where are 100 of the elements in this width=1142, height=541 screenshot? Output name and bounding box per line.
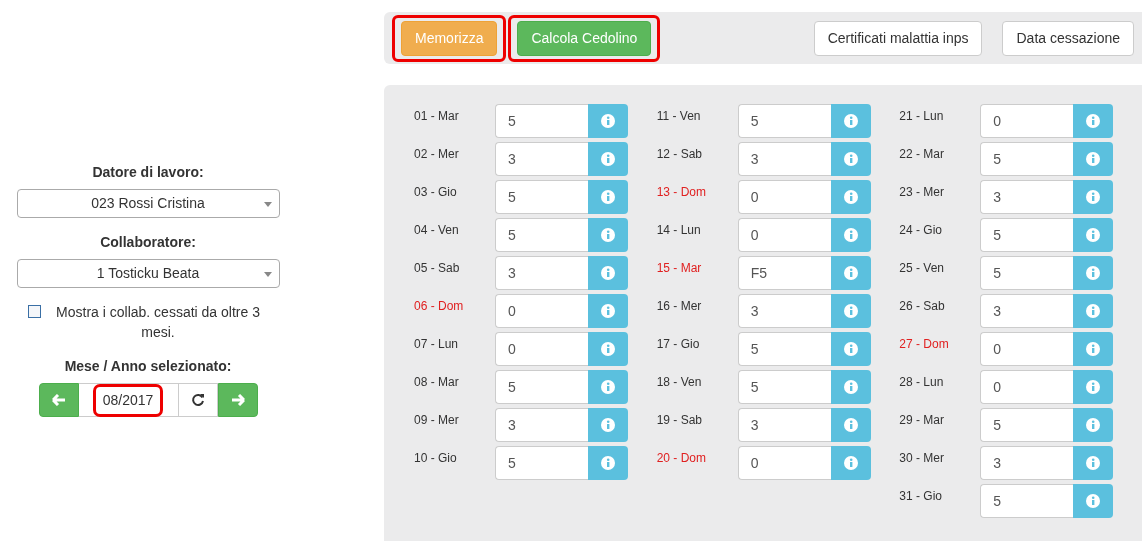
info-icon <box>601 456 615 470</box>
info-button[interactable] <box>1073 180 1114 214</box>
info-icon <box>601 304 615 318</box>
day-input[interactable]: 0 <box>980 370 1074 404</box>
day-input[interactable]: 5 <box>495 370 588 404</box>
info-button[interactable] <box>830 218 871 252</box>
info-button[interactable] <box>1073 294 1114 328</box>
info-button[interactable] <box>830 294 871 328</box>
info-button[interactable] <box>588 218 628 252</box>
day-input[interactable]: 3 <box>495 256 588 290</box>
info-button[interactable] <box>588 104 628 138</box>
day-input[interactable]: 5 <box>495 446 588 480</box>
day-input[interactable]: 5 <box>737 104 831 138</box>
day-label: 04 - Ven <box>414 222 460 239</box>
day-label: 09 - Mer <box>414 412 460 429</box>
field-label: Collaboratore: <box>100 233 196 252</box>
info-button[interactable] <box>1073 142 1114 176</box>
day-label: 30 - Mer <box>899 450 946 467</box>
info-icon <box>1086 380 1101 394</box>
day-label: 15 - Mar <box>656 260 703 277</box>
info-button[interactable] <box>588 408 628 442</box>
info-button[interactable] <box>830 180 871 214</box>
info-button[interactable] <box>588 256 628 290</box>
day-input[interactable]: 3 <box>737 408 831 442</box>
period-field[interactable]: 08/2017 <box>92 383 164 417</box>
info-button[interactable] <box>1073 408 1114 442</box>
info-button[interactable] <box>1073 218 1114 252</box>
day-input[interactable]: 5 <box>980 218 1074 252</box>
info-button[interactable] <box>830 446 871 480</box>
day-input[interactable]: 0 <box>737 446 831 480</box>
previous-button[interactable] <box>38 383 79 417</box>
employer-dropdown[interactable]: 023 Rossi Cristina <box>16 189 280 218</box>
info-button[interactable] <box>588 332 628 366</box>
day-input[interactable]: 3 <box>737 142 831 176</box>
day-label: 07 - Lun <box>414 336 460 353</box>
info-icon <box>601 418 615 432</box>
day-input[interactable]: 0 <box>495 294 588 328</box>
info-button[interactable] <box>830 370 871 404</box>
day-input[interactable]: F5 <box>737 256 831 290</box>
day-input[interactable]: 5 <box>495 218 588 252</box>
caret-icon <box>263 272 272 277</box>
day-input[interactable]: 5 <box>737 370 831 404</box>
day-input[interactable]: 3 <box>980 180 1074 214</box>
info-button[interactable] <box>588 294 628 328</box>
day-input[interactable]: 3 <box>980 294 1074 328</box>
info-button[interactable] <box>588 370 628 404</box>
day-input[interactable]: 5 <box>980 408 1074 442</box>
day-label: 06 - Dom <box>414 298 465 315</box>
info-button[interactable] <box>1073 256 1114 290</box>
info-button[interactable] <box>830 408 871 442</box>
day-input[interactable]: 5 <box>495 104 588 138</box>
toolbar-button[interactable]: Certificati malattia inps <box>813 20 983 56</box>
day-label: 13 - Dom <box>656 184 708 201</box>
info-icon <box>843 190 858 204</box>
info-button[interactable] <box>588 180 628 214</box>
day-label: 21 - Lun <box>899 108 945 125</box>
day-input[interactable]: 0 <box>980 104 1074 138</box>
info-button[interactable] <box>830 256 871 290</box>
info-button[interactable] <box>830 332 871 366</box>
info-button[interactable] <box>830 142 871 176</box>
checkbox[interactable] <box>28 305 41 318</box>
info-icon <box>1086 228 1101 242</box>
info-button[interactable] <box>588 142 628 176</box>
day-input[interactable]: 5 <box>495 180 588 214</box>
day-input[interactable]: 3 <box>495 408 588 442</box>
toolbar-button[interactable]: Data cessazione <box>1002 20 1134 56</box>
day-input[interactable]: 0 <box>980 332 1074 366</box>
day-input[interactable]: 3 <box>737 294 831 328</box>
day-input[interactable]: 5 <box>980 142 1074 176</box>
info-icon <box>601 380 615 394</box>
day-label: 05 - Sab <box>414 260 461 277</box>
info-icon <box>1086 418 1101 432</box>
day-label: 22 - Mar <box>899 146 946 163</box>
info-button[interactable] <box>588 446 628 480</box>
day-input[interactable]: 0 <box>495 332 588 366</box>
day-label: 27 - Dom <box>899 336 950 353</box>
day-input[interactable]: 3 <box>495 142 588 176</box>
info-icon <box>601 266 615 280</box>
info-button[interactable] <box>1073 370 1114 404</box>
day-input[interactable]: 5 <box>737 332 831 366</box>
info-button[interactable] <box>1073 446 1114 480</box>
day-input[interactable]: 5 <box>980 256 1074 290</box>
info-icon <box>1086 190 1101 204</box>
info-icon <box>1086 304 1101 318</box>
day-label: 24 - Gio <box>899 222 944 239</box>
info-button[interactable] <box>1073 332 1114 366</box>
info-button[interactable] <box>830 104 871 138</box>
info-button[interactable] <box>1073 104 1114 138</box>
info-icon <box>843 304 858 318</box>
day-input[interactable]: 0 <box>737 180 831 214</box>
day-label: 10 - Gio <box>414 450 458 467</box>
collaborator-dropdown[interactable]: 1 Tosticku Beata <box>16 259 280 288</box>
checkbox-label: Mostra i collab. cessati da oltre 3 mesi. <box>55 303 261 342</box>
day-label: 26 - Sab <box>899 298 946 315</box>
refresh-button[interactable] <box>178 383 218 417</box>
day-label: 18 - Ven <box>656 374 703 391</box>
day-input[interactable]: 5 <box>980 484 1074 518</box>
day-input[interactable]: 3 <box>980 446 1074 480</box>
day-input[interactable]: 0 <box>737 218 831 252</box>
info-button[interactable] <box>1073 484 1114 518</box>
